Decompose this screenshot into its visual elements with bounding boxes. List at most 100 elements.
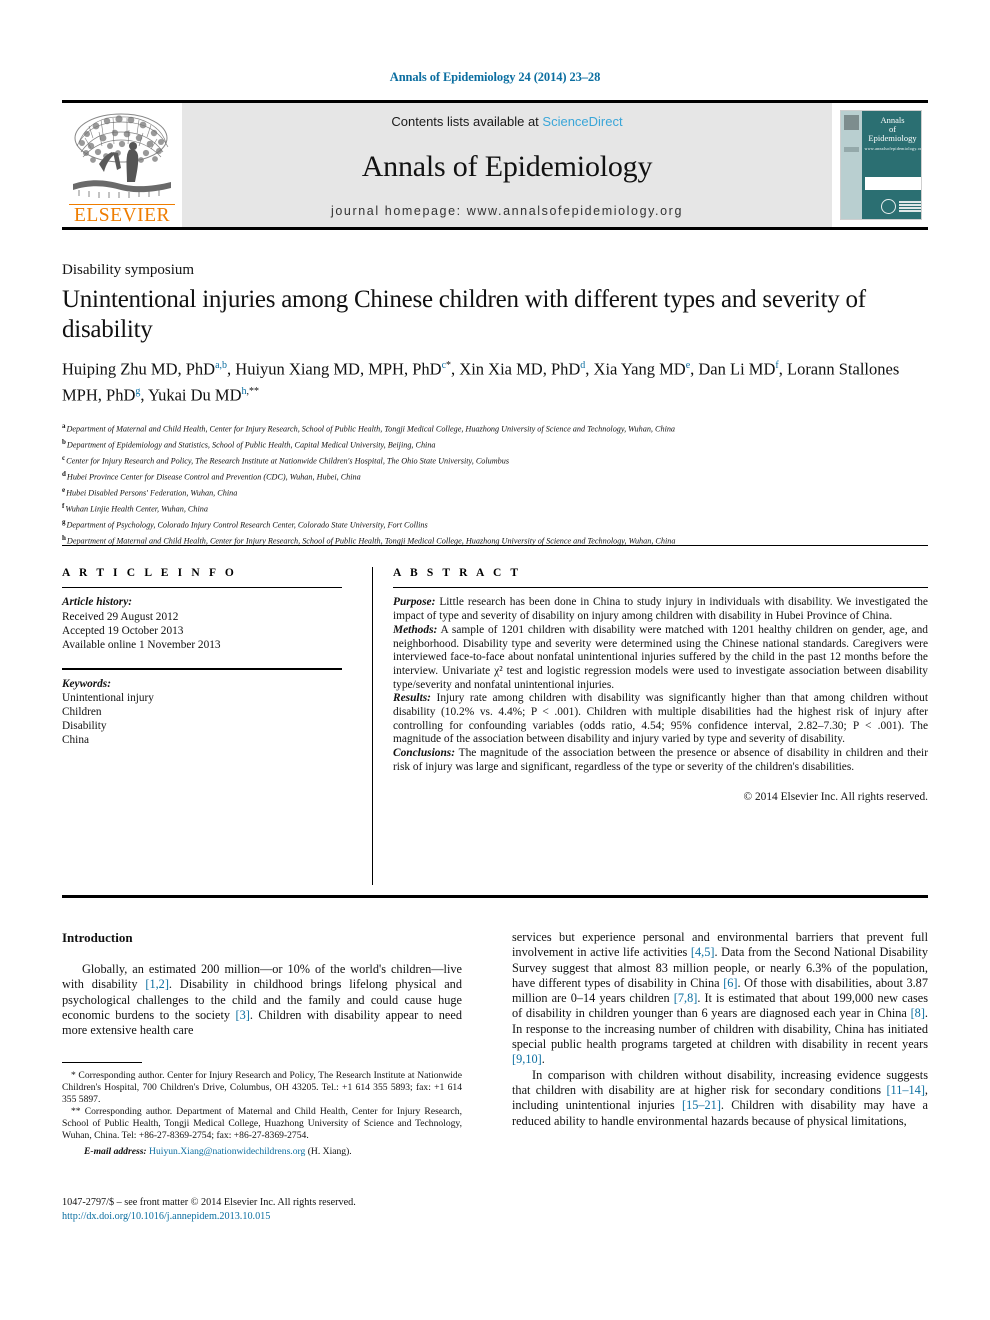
- affiliation-item: eHubei Disabled Persons' Federation, Wuh…: [62, 484, 942, 500]
- cover-seal-caption: [898, 201, 921, 212]
- body-paragraph: In comparison with children without disa…: [512, 1067, 929, 1128]
- doi-link[interactable]: http://dx.doi.org/10.1016/j.annepidem.20…: [62, 1210, 482, 1224]
- contents-prefix: Contents lists available at: [391, 114, 543, 129]
- issn-line: 1047-2797/$ – see front matter © 2014 El…: [62, 1197, 356, 1208]
- email-address-note: E-mail address: Huiyun.Xiang@nationwidec…: [62, 1146, 462, 1158]
- body-left-column: Introduction Globally, an estimated 200 …: [62, 930, 462, 1038]
- body-paragraph: services but experience personal and env…: [512, 930, 928, 1067]
- abstract-purpose-text: Little research has been done in China t…: [393, 596, 928, 623]
- affiliation-text: Hubei Province Center for Disease Contro…: [66, 472, 361, 482]
- abstract-results-label: Results:: [393, 692, 431, 705]
- masthead-center: Contents lists available at ScienceDirec…: [182, 103, 832, 227]
- affiliation-text: Wuhan Linjie Health Center, Wuhan, China: [65, 504, 208, 514]
- elsevier-wordmark: ELSEVIER: [69, 203, 175, 226]
- email-link[interactable]: Huiyun.Xiang@nationwidechildrens.org: [149, 1146, 305, 1157]
- journal-homepage-link[interactable]: journal homepage: www.annalsofepidemiolo…: [331, 204, 683, 218]
- elsevier-tree-icon: [69, 108, 175, 204]
- issn-copyright-block: 1047-2797/$ – see front matter © 2014 El…: [62, 1196, 482, 1223]
- email-label: E-mail address:: [84, 1145, 147, 1157]
- abstract-conclusions-text: The magnitude of the association between…: [393, 747, 928, 773]
- article-info-column: A R T I C L E I N F O Article history: R…: [62, 567, 342, 748]
- abstract-purpose-label: Purpose:: [393, 596, 436, 609]
- article-info-heading: A R T I C L E I N F O: [62, 567, 237, 579]
- keyword-item: China: [62, 734, 89, 747]
- affiliation-text: Department of Maternal and Child Health,…: [66, 424, 676, 434]
- citation-ref[interactable]: [4,5]: [691, 945, 715, 959]
- citation-ref[interactable]: [1,2]: [145, 977, 169, 991]
- abstract-body: Purpose: Little research has been done i…: [393, 596, 928, 804]
- affiliation-item: aDepartment of Maternal and Child Health…: [62, 420, 942, 436]
- email-attribution: (H. Xiang).: [307, 1145, 352, 1157]
- body-right-column: services but experience personal and env…: [512, 930, 928, 1129]
- keyword-item: Unintentional injury: [62, 691, 154, 704]
- keyword-item: Disability: [62, 720, 107, 733]
- article-info-rule: [62, 587, 342, 589]
- article-history-label: Article history:: [62, 596, 132, 609]
- abstract-methods-text: A sample of 1201 children with disabilit…: [393, 623, 928, 691]
- page-title: Unintentional injuries among Chinese chi…: [62, 286, 866, 343]
- citation-ref[interactable]: [3]: [236, 1008, 250, 1022]
- abstract-column: A B S T R A C T Purpose: Little research…: [393, 567, 928, 804]
- affiliation-list: aDepartment of Maternal and Child Health…: [62, 420, 942, 548]
- history-item: Received 29 August 2012: [62, 610, 179, 623]
- abstract-methods: Methods: A sample of 1201 children with …: [393, 624, 928, 693]
- citation-ref[interactable]: [15–21]: [682, 1098, 721, 1112]
- corresponding-author-note-2: ** Corresponding author. Department of M…: [62, 1106, 462, 1142]
- journal-cover-thumbnail[interactable]: Annals of Epidemiology www.annalsofepide…: [832, 103, 928, 227]
- affiliation-text: Department of Psychology, Colorado Injur…: [66, 520, 428, 530]
- introduction-heading: Introduction: [62, 930, 133, 945]
- journal-masthead: ELSEVIER Contents lists available at Sci…: [62, 100, 928, 230]
- article-page: Annals of Epidemiology 24 (2014) 23–28 E…: [0, 0, 990, 1320]
- running-head: Annals of Epidemiology 24 (2014) 23–28: [389, 70, 601, 84]
- history-item: Accepted 19 October 2013: [62, 624, 184, 637]
- citation-ref[interactable]: [9,10]: [512, 1052, 542, 1066]
- elsevier-logo: ELSEVIER: [62, 103, 182, 227]
- abstract-results: Results: Injury rate among children with…: [393, 692, 928, 747]
- abstract-band-top-rule: [62, 545, 928, 546]
- affiliation-item: cCenter for Injury Research and Policy, …: [62, 452, 942, 468]
- affiliation-text: Department of Epidemiology and Statistic…: [66, 440, 436, 450]
- affiliation-item: bDepartment of Epidemiology and Statisti…: [62, 436, 942, 452]
- affiliation-item: dHubei Province Center for Disease Contr…: [62, 468, 942, 484]
- abstract-band-bottom-rule: [62, 895, 928, 898]
- abstract-methods-label: Methods:: [393, 623, 438, 636]
- affiliation-item: gDepartment of Psychology, Colorado Inju…: [62, 516, 942, 532]
- abstract-copyright: © 2014 Elsevier Inc. All rights reserved…: [743, 790, 928, 803]
- article-history-block: Article history: Received 29 August 2012…: [62, 595, 342, 652]
- introduction-right-text: services but experience personal and env…: [512, 930, 928, 1129]
- footnote-block: * Corresponding author. Center for Injur…: [62, 1070, 462, 1158]
- abstract-conclusions: Conclusions: The magnitude of the associ…: [393, 747, 928, 774]
- affiliation-text: Hubei Disabled Persons' Federation, Wuha…: [66, 488, 238, 498]
- keywords-rule: [62, 668, 342, 670]
- cover-journal-title: Annals of Epidemiology www.annalsofepide…: [865, 116, 921, 153]
- citation-ref[interactable]: [11–14]: [886, 1083, 924, 1097]
- journal-title: Annals of Epidemiology: [361, 149, 653, 183]
- abstract-rule: [393, 587, 928, 589]
- sciencedirect-link[interactable]: ScienceDirect: [542, 114, 622, 129]
- citation-ref[interactable]: [8]: [911, 1006, 925, 1020]
- footnote-separator-rule: [62, 1062, 142, 1064]
- abstract-purpose: Purpose: Little research has been done i…: [393, 596, 928, 623]
- keyword-item: Children: [62, 706, 102, 718]
- cover-society-seal-icon: [880, 199, 896, 214]
- cover-white-band: [864, 177, 921, 190]
- author-list: Huiping Zhu MD, PhDa,b, Huiyun Xiang MD,…: [62, 359, 900, 405]
- body-paragraph: Globally, an estimated 200 million—or 10…: [62, 962, 462, 1038]
- masthead-bottom-rule: [62, 227, 928, 230]
- abstract-heading: A B S T R A C T: [393, 567, 522, 579]
- keywords-label: Keywords:: [62, 677, 111, 690]
- cover-publisher-mark-icon: [843, 115, 859, 130]
- corresponding-author-note-1: * Corresponding author. Center for Injur…: [62, 1070, 462, 1106]
- column-divider: [372, 567, 373, 885]
- cover-title-line3: Epidemiology: [868, 133, 917, 143]
- affiliation-text: Center for Injury Research and Policy, T…: [66, 456, 510, 466]
- section-label: Disability symposium: [62, 262, 195, 278]
- citation-ref[interactable]: [6]: [723, 976, 737, 990]
- cover-issue-text-block: [843, 147, 859, 152]
- contents-available-line: Contents lists available at ScienceDirec…: [391, 114, 622, 129]
- citation-ref[interactable]: [7,8]: [674, 991, 698, 1005]
- introduction-left-text: Globally, an estimated 200 million—or 10…: [62, 962, 462, 1038]
- keywords-block: Keywords: Unintentional injury Children …: [62, 677, 342, 748]
- abstract-conclusions-label: Conclusions:: [393, 747, 456, 760]
- history-item: Available online 1 November 2013: [62, 639, 221, 651]
